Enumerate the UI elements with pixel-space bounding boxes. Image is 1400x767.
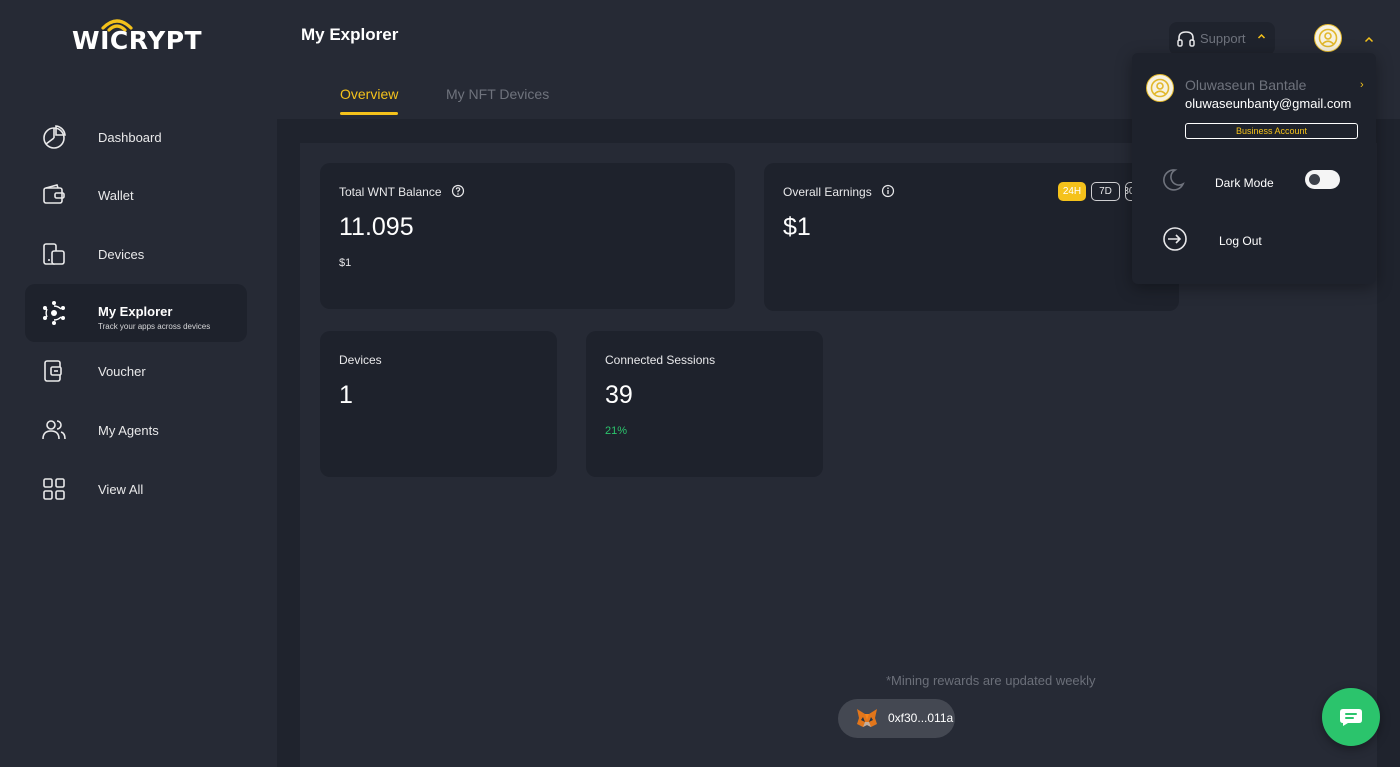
metamask-fox-icon [857, 709, 877, 727]
wallet-icon [43, 184, 65, 204]
sidebar-item-label: Dashboard [98, 129, 162, 145]
tab-my-nft-devices[interactable]: My NFT Devices [446, 86, 549, 102]
user-name[interactable]: Oluwaseun Bantale [1185, 77, 1306, 93]
chevron-up-icon [1257, 33, 1266, 39]
sidebar-item-label: View All [98, 481, 144, 497]
sidebar-item-label: My Explorer [98, 304, 173, 319]
total-wnt-balance-card: Total WNT Balance 11.095 $1 [320, 163, 735, 309]
headset-icon [1177, 31, 1195, 47]
user-icon [1318, 28, 1338, 48]
earnings-value: $1 [783, 213, 811, 241]
mining-rewards-note: *Mining rewards are updated weekly [886, 673, 1096, 688]
sidebar-item-label: Devices [98, 246, 145, 262]
page-title: My Explorer [301, 25, 399, 44]
sidebar-item-label: Wallet [98, 187, 134, 203]
chat-support-button[interactable] [1322, 688, 1380, 746]
dark-mode-label: Dark Mode [1215, 176, 1274, 190]
wallet-address: 0xf30...011a [888, 711, 954, 725]
tab-overview[interactable]: Overview [340, 86, 399, 115]
range-24h-button[interactable]: 24H [1058, 182, 1086, 201]
user-menu-dropdown: Oluwaseun Bantale › oluwaseunbanty@gmail… [1132, 53, 1376, 284]
chat-icon [1340, 709, 1362, 726]
grid-icon [43, 478, 65, 500]
chevron-right-icon[interactable]: › [1360, 79, 1364, 91]
user-email: oluwaseunbanty@gmail.com [1185, 96, 1352, 111]
card-title: Overall Earnings [783, 185, 872, 199]
balance-usd-value: $1 [339, 257, 352, 269]
log-out-button[interactable]: Log Out [1132, 220, 1376, 260]
card-title: Devices [339, 353, 382, 367]
account-type-badge: Business Account [1185, 123, 1358, 139]
sidebar-item-view-all[interactable]: View All [25, 460, 247, 518]
user-avatar [1146, 74, 1174, 102]
sidebar-item-my-agents[interactable]: My Agents [25, 401, 247, 459]
devices-count: 1 [339, 381, 353, 409]
card-title: Total WNT Balance [339, 185, 442, 199]
pie-chart-icon [43, 125, 66, 149]
user-icon [1150, 78, 1170, 98]
sidebar: Dashboard Wallet Devices My Explorer Tra… [0, 0, 276, 767]
info-icon[interactable] [881, 184, 895, 198]
log-out-label: Log Out [1219, 234, 1262, 248]
sidebar-item-voucher[interactable]: Voucher [25, 342, 247, 400]
sidebar-item-label: My Agents [98, 422, 159, 438]
agents-icon [42, 420, 66, 440]
moon-icon [1163, 169, 1185, 191]
sidebar-item-devices[interactable]: Devices [25, 225, 247, 283]
support-label: Support [1200, 31, 1246, 46]
balance-value: 11.095 [339, 213, 414, 241]
sidebar-item-my-explorer[interactable]: My Explorer Track your apps across devic… [25, 284, 247, 342]
card-title: Connected Sessions [605, 353, 716, 367]
help-icon[interactable] [451, 184, 465, 198]
sidebar-item-label: Voucher [98, 363, 146, 379]
devices-card: Devices 1 [320, 331, 557, 477]
user-avatar[interactable] [1314, 24, 1342, 52]
devices-icon [43, 243, 65, 265]
dark-mode-toggle[interactable] [1305, 170, 1340, 189]
voucher-icon [44, 360, 62, 382]
sessions-change: 21% [605, 425, 628, 437]
chevron-up-icon[interactable] [1364, 36, 1374, 43]
toggle-knob [1309, 174, 1320, 185]
sidebar-item-dashboard[interactable]: Dashboard [25, 108, 247, 166]
sidebar-item-wallet[interactable]: Wallet [25, 166, 247, 224]
connected-sessions-card: Connected Sessions 39 21% [586, 331, 823, 477]
wallet-address-button[interactable]: 0xf30...011a [838, 699, 955, 738]
explorer-icon [43, 301, 65, 325]
sidebar-item-subtitle: Track your apps across devices [98, 322, 211, 331]
support-button[interactable]: Support [1169, 22, 1275, 55]
logout-icon [1163, 227, 1187, 251]
sessions-count: 39 [605, 381, 633, 409]
range-7d-button[interactable]: 7D [1091, 182, 1120, 201]
